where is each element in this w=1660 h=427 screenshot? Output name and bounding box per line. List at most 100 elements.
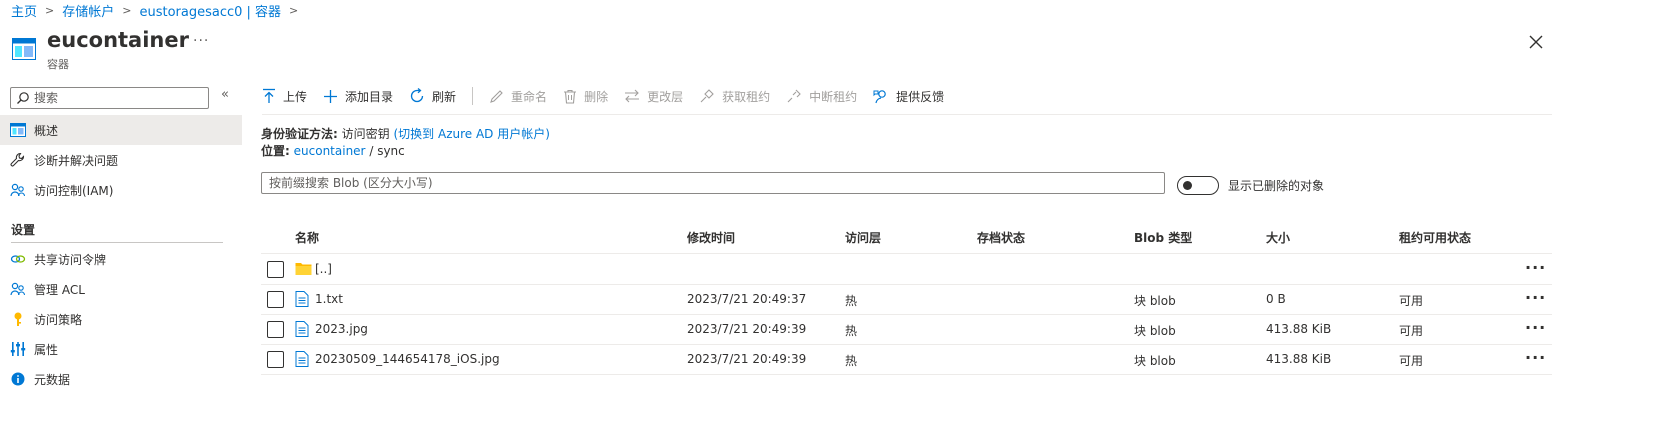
row-checkbox[interactable] xyxy=(267,261,284,278)
table-row[interactable]: 1.txt 2023/7/21 20:49:37 热 块 blob 0 B 可用… xyxy=(261,284,1552,314)
people-icon xyxy=(10,282,26,296)
divider xyxy=(11,242,223,243)
row-size: 413.88 KiB xyxy=(1266,322,1332,336)
table-row[interactable]: 2023.jpg 2023/7/21 20:49:39 热 块 blob 413… xyxy=(261,314,1552,344)
page-subtitle: 容器 xyxy=(47,58,69,71)
chevron-right-icon: > xyxy=(122,3,132,17)
show-deleted-label: 显示已删除的对象 xyxy=(1228,179,1325,193)
upload-button[interactable]: 上传 xyxy=(262,80,307,112)
row-name[interactable]: 1.txt xyxy=(315,292,343,306)
row-more-icon[interactable]: ··· xyxy=(1525,348,1546,367)
row-tier: 热 xyxy=(845,354,858,368)
rename-icon xyxy=(490,89,503,103)
search-icon xyxy=(17,92,29,104)
table-row[interactable]: [..] ··· xyxy=(261,254,1552,284)
sidebar-item-label: 概述 xyxy=(34,123,59,138)
row-tier: 热 xyxy=(845,294,858,308)
refresh-icon xyxy=(410,88,424,103)
row-checkbox[interactable] xyxy=(267,291,284,308)
sidebar-item-access-policy[interactable]: 访问策略 xyxy=(0,304,242,334)
trash-icon xyxy=(564,89,577,104)
column-header-tier[interactable]: 访问层 xyxy=(845,229,881,246)
row-modified: 2023/7/21 20:49:39 xyxy=(687,322,807,336)
sidebar-item-acl[interactable]: 管理 ACL xyxy=(0,274,242,304)
row-checkbox[interactable] xyxy=(267,321,284,338)
sidebar-item-label: 访问策略 xyxy=(34,312,83,327)
link-icon xyxy=(10,255,26,263)
add-directory-button[interactable]: 添加目录 xyxy=(323,80,393,112)
row-more-icon[interactable]: ··· xyxy=(1525,288,1546,307)
row-more-icon[interactable]: ··· xyxy=(1525,318,1546,337)
column-header-name[interactable]: 名称 xyxy=(295,229,319,246)
sidebar-search[interactable] xyxy=(10,87,209,109)
row-name[interactable]: 2023.jpg xyxy=(315,322,368,336)
sidebar-item-properties[interactable]: 属性 xyxy=(0,334,242,364)
row-checkbox[interactable] xyxy=(267,351,284,368)
change-tier-button[interactable]: 更改层 xyxy=(624,80,683,112)
sidebar-item-iam[interactable]: 访问控制(IAM) xyxy=(0,175,242,205)
column-header-lease[interactable]: 租约可用状态 xyxy=(1399,229,1471,246)
toggle-knob xyxy=(1183,181,1192,190)
close-icon[interactable] xyxy=(1527,33,1545,51)
sidebar-item-label: 元数据 xyxy=(34,372,71,387)
row-modified: 2023/7/21 20:49:37 xyxy=(687,292,807,306)
container-icon xyxy=(10,123,26,137)
blob-prefix-search[interactable] xyxy=(261,172,1165,194)
acquire-lease-button[interactable]: 获取租约 xyxy=(699,80,770,112)
sidebar-item-label: 访问控制(IAM) xyxy=(34,183,114,198)
file-icon xyxy=(295,351,309,367)
column-header-archive[interactable]: 存档状态 xyxy=(977,229,1025,246)
break-lease-button[interactable]: 中断租约 xyxy=(786,80,857,112)
row-more-icon[interactable]: ··· xyxy=(1525,258,1546,277)
breadcrumb-home[interactable]: 主页 xyxy=(11,1,37,20)
collapse-sidebar-icon[interactable]: « xyxy=(221,87,229,102)
switch-auth-link[interactable]: (切换到 Azure AD 用户帐户) xyxy=(393,127,549,141)
sidebar-item-sas[interactable]: 共享访问令牌 xyxy=(0,244,242,274)
sidebar-item-metadata[interactable]: 元数据 xyxy=(0,364,242,394)
sidebar-item-diagnose[interactable]: 诊断并解决问题 xyxy=(0,145,242,175)
row-blob-type: 块 blob xyxy=(1134,324,1176,338)
sidebar-item-label: 共享访问令牌 xyxy=(34,252,107,267)
row-lease: 可用 xyxy=(1399,324,1424,338)
plus-icon xyxy=(324,89,338,103)
rename-button[interactable]: 重命名 xyxy=(489,80,547,112)
row-tier: 热 xyxy=(845,324,858,338)
more-options-icon[interactable]: ··· xyxy=(193,33,209,49)
sidebar-item-label: 管理 ACL xyxy=(34,282,85,297)
breadcrumb-account-containers[interactable]: eustoragesacc0 | 容器 xyxy=(139,1,281,20)
row-modified: 2023/7/21 20:49:39 xyxy=(687,352,807,366)
file-icon xyxy=(295,291,309,307)
row-name[interactable]: 20230509_144654178_iOS.jpg xyxy=(315,352,500,366)
auth-label: 身份验证方法: xyxy=(261,127,338,141)
feedback-button[interactable]: 提供反馈 xyxy=(873,80,944,112)
info-icon xyxy=(11,372,25,386)
column-header-size[interactable]: 大小 xyxy=(1266,229,1290,246)
location-sep: / xyxy=(369,144,374,158)
refresh-button[interactable]: 刷新 xyxy=(409,80,456,112)
location-path: sync xyxy=(377,144,405,158)
row-name[interactable]: [..] xyxy=(315,262,332,276)
key-icon xyxy=(14,312,22,326)
table-row[interactable]: 20230509_144654178_iOS.jpg 2023/7/21 20:… xyxy=(261,344,1552,374)
row-size: 0 B xyxy=(1266,292,1286,306)
location-container-link[interactable]: eucontainer xyxy=(294,144,366,158)
show-deleted-toggle[interactable] xyxy=(1177,176,1219,195)
row-blob-type: 块 blob xyxy=(1134,294,1176,308)
column-header-modified[interactable]: 修改时间 xyxy=(687,229,735,246)
auth-method: 身份验证方法: 访问密钥 (切换到 Azure AD 用户帐户) xyxy=(261,125,550,142)
sidebar-item-label: 属性 xyxy=(34,342,59,357)
delete-button[interactable]: 删除 xyxy=(563,80,608,112)
sliders-icon xyxy=(10,342,26,356)
breadcrumb-storage-accounts[interactable]: 存储帐户 xyxy=(62,1,114,20)
sidebar-item-overview[interactable]: 概述 xyxy=(0,115,242,145)
break-lease-icon xyxy=(787,89,801,103)
column-header-blob-type[interactable]: Blob 类型 xyxy=(1134,229,1192,246)
divider xyxy=(261,374,1552,375)
chevron-right-icon: > xyxy=(289,3,299,17)
sidebar-search-input[interactable] xyxy=(34,91,204,105)
blob-prefix-search-input[interactable] xyxy=(269,173,1149,193)
page-title: eucontainer xyxy=(47,28,189,52)
swap-icon xyxy=(625,89,640,103)
toolbar-divider xyxy=(472,87,474,105)
file-icon xyxy=(295,321,309,337)
